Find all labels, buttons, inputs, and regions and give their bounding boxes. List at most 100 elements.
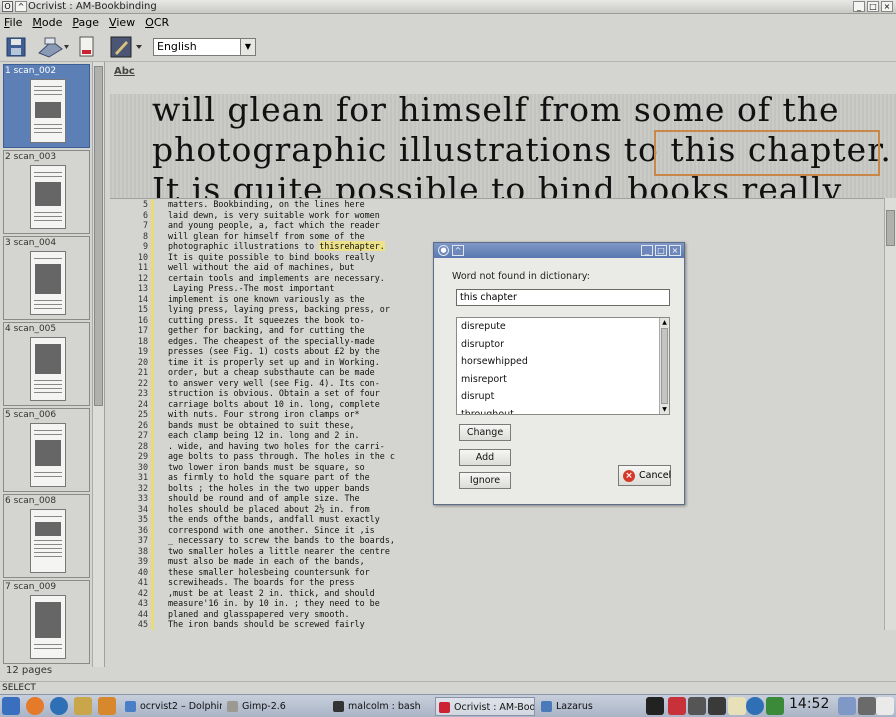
task-bash[interactable]: malcolm : bash	[330, 697, 430, 716]
close-icon[interactable]: ×	[669, 245, 681, 256]
task-dolphin[interactable]: ocrvist2 – Dolphin	[122, 697, 222, 716]
thumbnail-item[interactable]: 6 scan_008	[3, 494, 90, 578]
hp-icon[interactable]	[746, 697, 764, 715]
editor-scrollbar[interactable]	[884, 198, 896, 630]
scrollbar-thumb[interactable]	[661, 328, 668, 404]
line-text: these smaller holesbeing countersunk for	[154, 567, 370, 578]
line-text: cutting press. It squeezes the book to-	[154, 315, 365, 326]
folder-icon[interactable]	[728, 697, 746, 715]
language-select[interactable]: English ▼	[153, 38, 256, 56]
vlc-icon[interactable]	[98, 697, 116, 715]
editor-line[interactable]: 35 the ends ofthe bands, andfall must exa…	[124, 514, 884, 525]
line-text: planed and glasspapered very smooth.	[154, 609, 350, 620]
editor-line[interactable]: 34 holes should be placed about 2½ in. fr…	[124, 503, 884, 514]
terminal-icon[interactable]	[646, 697, 664, 715]
line-number: 43	[137, 598, 148, 608]
thunderbird-icon[interactable]	[50, 697, 68, 715]
line-number: 21	[137, 367, 148, 377]
dialog-menu-icon[interactable]: ●	[438, 245, 449, 256]
editor-line[interactable]: 44 planed and glasspapered very smooth.	[124, 608, 884, 620]
task-lazarus[interactable]: Lazarus	[538, 697, 638, 716]
menu-mode[interactable]: Mode	[32, 16, 62, 29]
gimp-icon[interactable]	[74, 697, 92, 715]
suggestion-item[interactable]: disruptor	[457, 336, 669, 354]
thumbnail-item[interactable]: 7 scan_009	[3, 580, 90, 664]
line-number: 6	[142, 209, 148, 220]
window-menu-icon[interactable]: ^	[15, 1, 27, 12]
thumbnail-item[interactable]: 4 scan_005	[3, 322, 90, 406]
thumbnail-item[interactable]: 3 scan_004	[3, 236, 90, 320]
minimize-icon[interactable]: _	[853, 1, 865, 12]
menu-file[interactable]: File	[4, 16, 22, 29]
suggestion-list[interactable]: disrepute disruptor horsewhipped misrepo…	[456, 317, 670, 415]
line-content: cutting press. It squeezes the book to-	[168, 314, 365, 325]
network-icon[interactable]	[766, 697, 784, 715]
task-gimp[interactable]: Gimp-2.6	[224, 697, 324, 716]
suggestion-item[interactable]: disrupt	[457, 388, 669, 406]
uk-flag-icon[interactable]	[668, 697, 686, 715]
close-icon[interactable]: ×	[881, 1, 893, 12]
scrollbar-thumb[interactable]	[94, 66, 103, 406]
chevron-down-icon[interactable]: ▼	[240, 39, 255, 55]
page-thumbnail-image	[30, 251, 66, 315]
suggestion-item[interactable]: horsewhipped	[457, 353, 669, 371]
misspelled-word[interactable]: thisrehapter.	[319, 241, 385, 251]
editor-line[interactable]: 8 will glean for himself from some of the	[124, 230, 884, 241]
selection-highlight	[654, 130, 880, 176]
menu-view[interactable]: View	[109, 16, 135, 29]
editor-line[interactable]: 7 and young people, a, fact which the rea…	[124, 220, 884, 231]
save-icon[interactable]	[5, 35, 27, 59]
minimize-icon[interactable]: _	[641, 245, 653, 256]
scroll-up-icon[interactable]: ▲	[660, 318, 669, 327]
scan-image[interactable]: will glean for himself from some of the …	[110, 94, 896, 198]
line-text: order, but a cheap substhaute can be mad…	[154, 367, 375, 378]
show-desktop-icon[interactable]	[838, 697, 856, 715]
app-icon[interactable]: O	[2, 1, 13, 12]
thumbnail-item[interactable]: 5 scan_006	[3, 408, 90, 492]
editor-line[interactable]: 38 two smaller holes a little nearer the …	[124, 545, 884, 556]
thumbnail-scrollbar[interactable]	[92, 62, 104, 667]
editor-line[interactable]: 6 laid dewn, is very suitable work for wo…	[124, 209, 884, 220]
menu-ocr[interactable]: OCR	[145, 16, 169, 29]
cancel-button[interactable]: × Cancel	[618, 465, 671, 486]
dialog-shade-icon[interactable]: ^	[452, 245, 464, 256]
line-text: time it is properly set up and in Workin…	[154, 357, 380, 368]
document-icon[interactable]	[77, 35, 97, 59]
editor-line[interactable]: 41 screwiheads. The boards for the press	[124, 577, 884, 588]
thumbnail-item[interactable]: 2 scan_003	[3, 150, 90, 234]
page-count: 12 pages	[6, 665, 53, 676]
suggestion-item[interactable]: throughout	[457, 406, 669, 415]
window-list-icon[interactable]	[858, 697, 876, 715]
editor-line[interactable]: 42 ,must be at least 2 in. thick, and sho…	[124, 587, 884, 598]
maximize-icon[interactable]: □	[655, 245, 667, 256]
suggestion-scrollbar[interactable]: ▲ ▼	[659, 318, 669, 414]
trash-icon[interactable]	[876, 697, 894, 715]
editor-line[interactable]: 45 The iron bands should be screwed fairl…	[124, 619, 884, 630]
task-ocrivist[interactable]: Ocrivist : AM-Book	[435, 697, 535, 716]
maximize-icon[interactable]: □	[867, 1, 879, 12]
add-button[interactable]: Add	[459, 449, 511, 466]
change-button[interactable]: Change	[459, 424, 511, 441]
word-input[interactable]: this chapter	[456, 289, 670, 306]
suggestion-item[interactable]: disrepute	[457, 318, 669, 336]
ignore-button[interactable]: Ignore	[459, 472, 511, 489]
scrollbar-thumb[interactable]	[886, 210, 895, 246]
spellcheck-icon[interactable]: Abc	[114, 66, 135, 77]
scroll-down-icon[interactable]: ▼	[660, 405, 669, 414]
editor-line[interactable]: 5 matters. Bookbinding, on the lines here	[124, 199, 884, 210]
scan-icon[interactable]	[36, 35, 70, 59]
audio-icon[interactable]	[708, 697, 726, 715]
editor-line[interactable]: 37 _ necessary to screw the bands to the …	[124, 535, 884, 546]
editor-line[interactable]: 43 measure'16 in. by 10 in. ; they need t…	[124, 598, 884, 609]
ocr-run-icon[interactable]	[109, 35, 145, 59]
thumbnail-item[interactable]: 1 scan_002	[3, 64, 90, 148]
editor-line[interactable]: 36 correspond with one another. Since it …	[124, 524, 884, 535]
editor-line[interactable]: 39 must also be made in each of the bands…	[124, 556, 884, 567]
suggestion-item[interactable]: misreport	[457, 371, 669, 389]
kde-menu-icon[interactable]	[2, 697, 20, 715]
firefox-icon[interactable]	[26, 697, 44, 715]
task-label: ocrvist2 – Dolphin	[140, 701, 222, 712]
menu-page[interactable]: Page	[72, 16, 99, 29]
editor-line[interactable]: 40 these smaller holesbeing countersunk f…	[124, 566, 884, 578]
clipboard-icon[interactable]	[688, 697, 706, 715]
